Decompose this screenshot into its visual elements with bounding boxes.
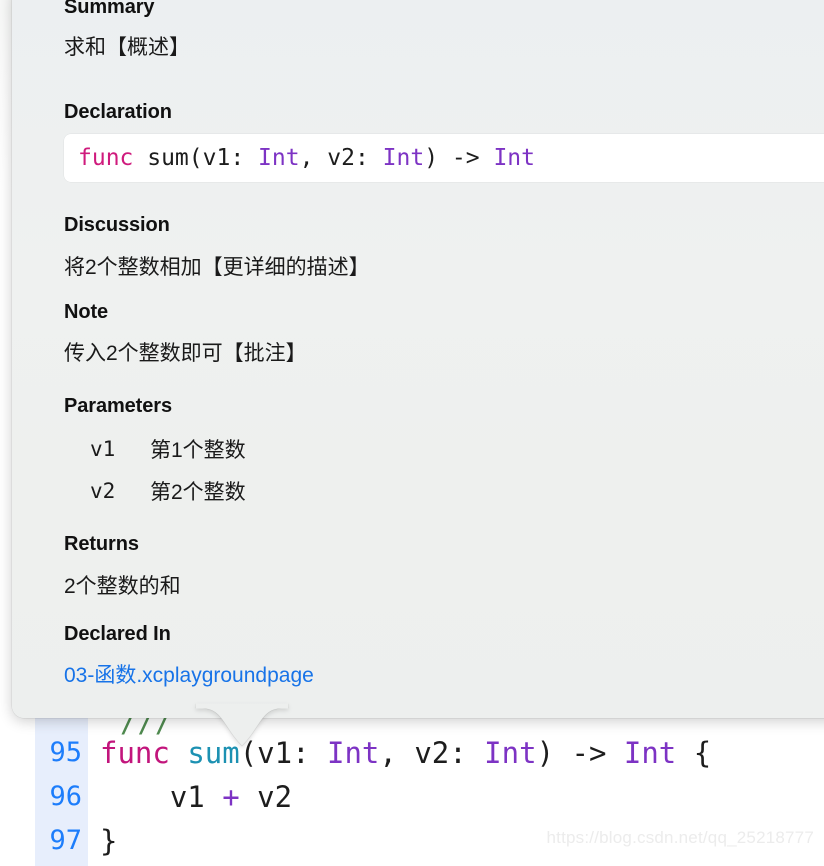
popover-tail-pointer: [195, 703, 289, 747]
parameter-row: v2 第2个整数: [90, 474, 790, 508]
note-heading: Note: [64, 301, 109, 323]
line-number: 95: [49, 737, 82, 768]
summary-text: 求和【概述】: [64, 36, 190, 59]
declaration-token: Int: [382, 145, 425, 171]
declaration-token: ) ->: [424, 145, 494, 171]
code-token: ): [536, 736, 572, 770]
code-line-text: }: [100, 819, 117, 863]
declaration-token: Int: [258, 145, 300, 171]
declaration-token: func: [78, 145, 134, 171]
declaration-code-box: func sum(v1: Int, v2: Int) -> Int: [64, 134, 824, 182]
code-token: Int: [623, 736, 677, 770]
parameters-heading: Parameters: [64, 395, 172, 417]
declaration-token: , v2:: [299, 145, 383, 171]
discussion-text: 将2个整数相加【更详细的描述】: [64, 256, 370, 279]
code-line-text: v1 + v2: [100, 775, 292, 819]
parameter-row: v1 第1个整数: [90, 432, 790, 466]
code-token: }: [100, 824, 118, 858]
code-token: v2: [239, 780, 293, 814]
code-line-text: func sum(v1: Int, v2: Int) -> Int {: [100, 731, 711, 775]
parameter-description: 第1个整数: [150, 439, 246, 462]
code-token: Int: [327, 736, 380, 770]
code-line[interactable]: 96 v1 + v2: [0, 775, 824, 819]
line-number: 96: [49, 781, 82, 812]
declared-in-link[interactable]: 03-函数.xcplaygroundpage: [64, 659, 314, 689]
declaration-token: sum(v1:: [133, 145, 259, 171]
returns-heading: Returns: [64, 533, 139, 555]
summary-heading: Summary: [64, 0, 155, 18]
code-token: v1: [100, 780, 223, 814]
quick-help-popover-surface: Summary 求和【概述】 Declaration func sum(v1: …: [12, 0, 824, 718]
note-text: 传入2个整数即可【批注】: [64, 342, 307, 365]
declared-in-heading: Declared In: [64, 623, 171, 645]
parameter-name: v2: [90, 479, 116, 503]
code-token: +: [222, 780, 240, 814]
discussion-heading: Discussion: [64, 214, 170, 236]
declaration-heading: Declaration: [64, 101, 172, 123]
parameter-name: v1: [90, 437, 116, 461]
watermark-text: https://blog.csdn.net/qq_25218777: [546, 828, 814, 847]
code-token: ->: [571, 736, 607, 770]
returns-text: 2个整数的和: [64, 575, 181, 598]
line-number: 97: [49, 825, 82, 856]
parameter-description: 第2个整数: [150, 481, 246, 504]
code-token: Int: [484, 736, 537, 770]
quick-help-popover[interactable]: Summary 求和【概述】 Declaration func sum(v1: …: [12, 0, 824, 718]
code-line[interactable]: 95 func sum(v1: Int, v2: Int) -> Int {: [0, 731, 824, 775]
code-token: , v2:: [379, 736, 485, 770]
code-token: {: [676, 736, 712, 770]
declaration-code-text: func sum(v1: Int, v2: Int) -> Int: [78, 134, 535, 182]
code-token: func: [100, 736, 170, 770]
declaration-token: Int: [493, 145, 535, 171]
